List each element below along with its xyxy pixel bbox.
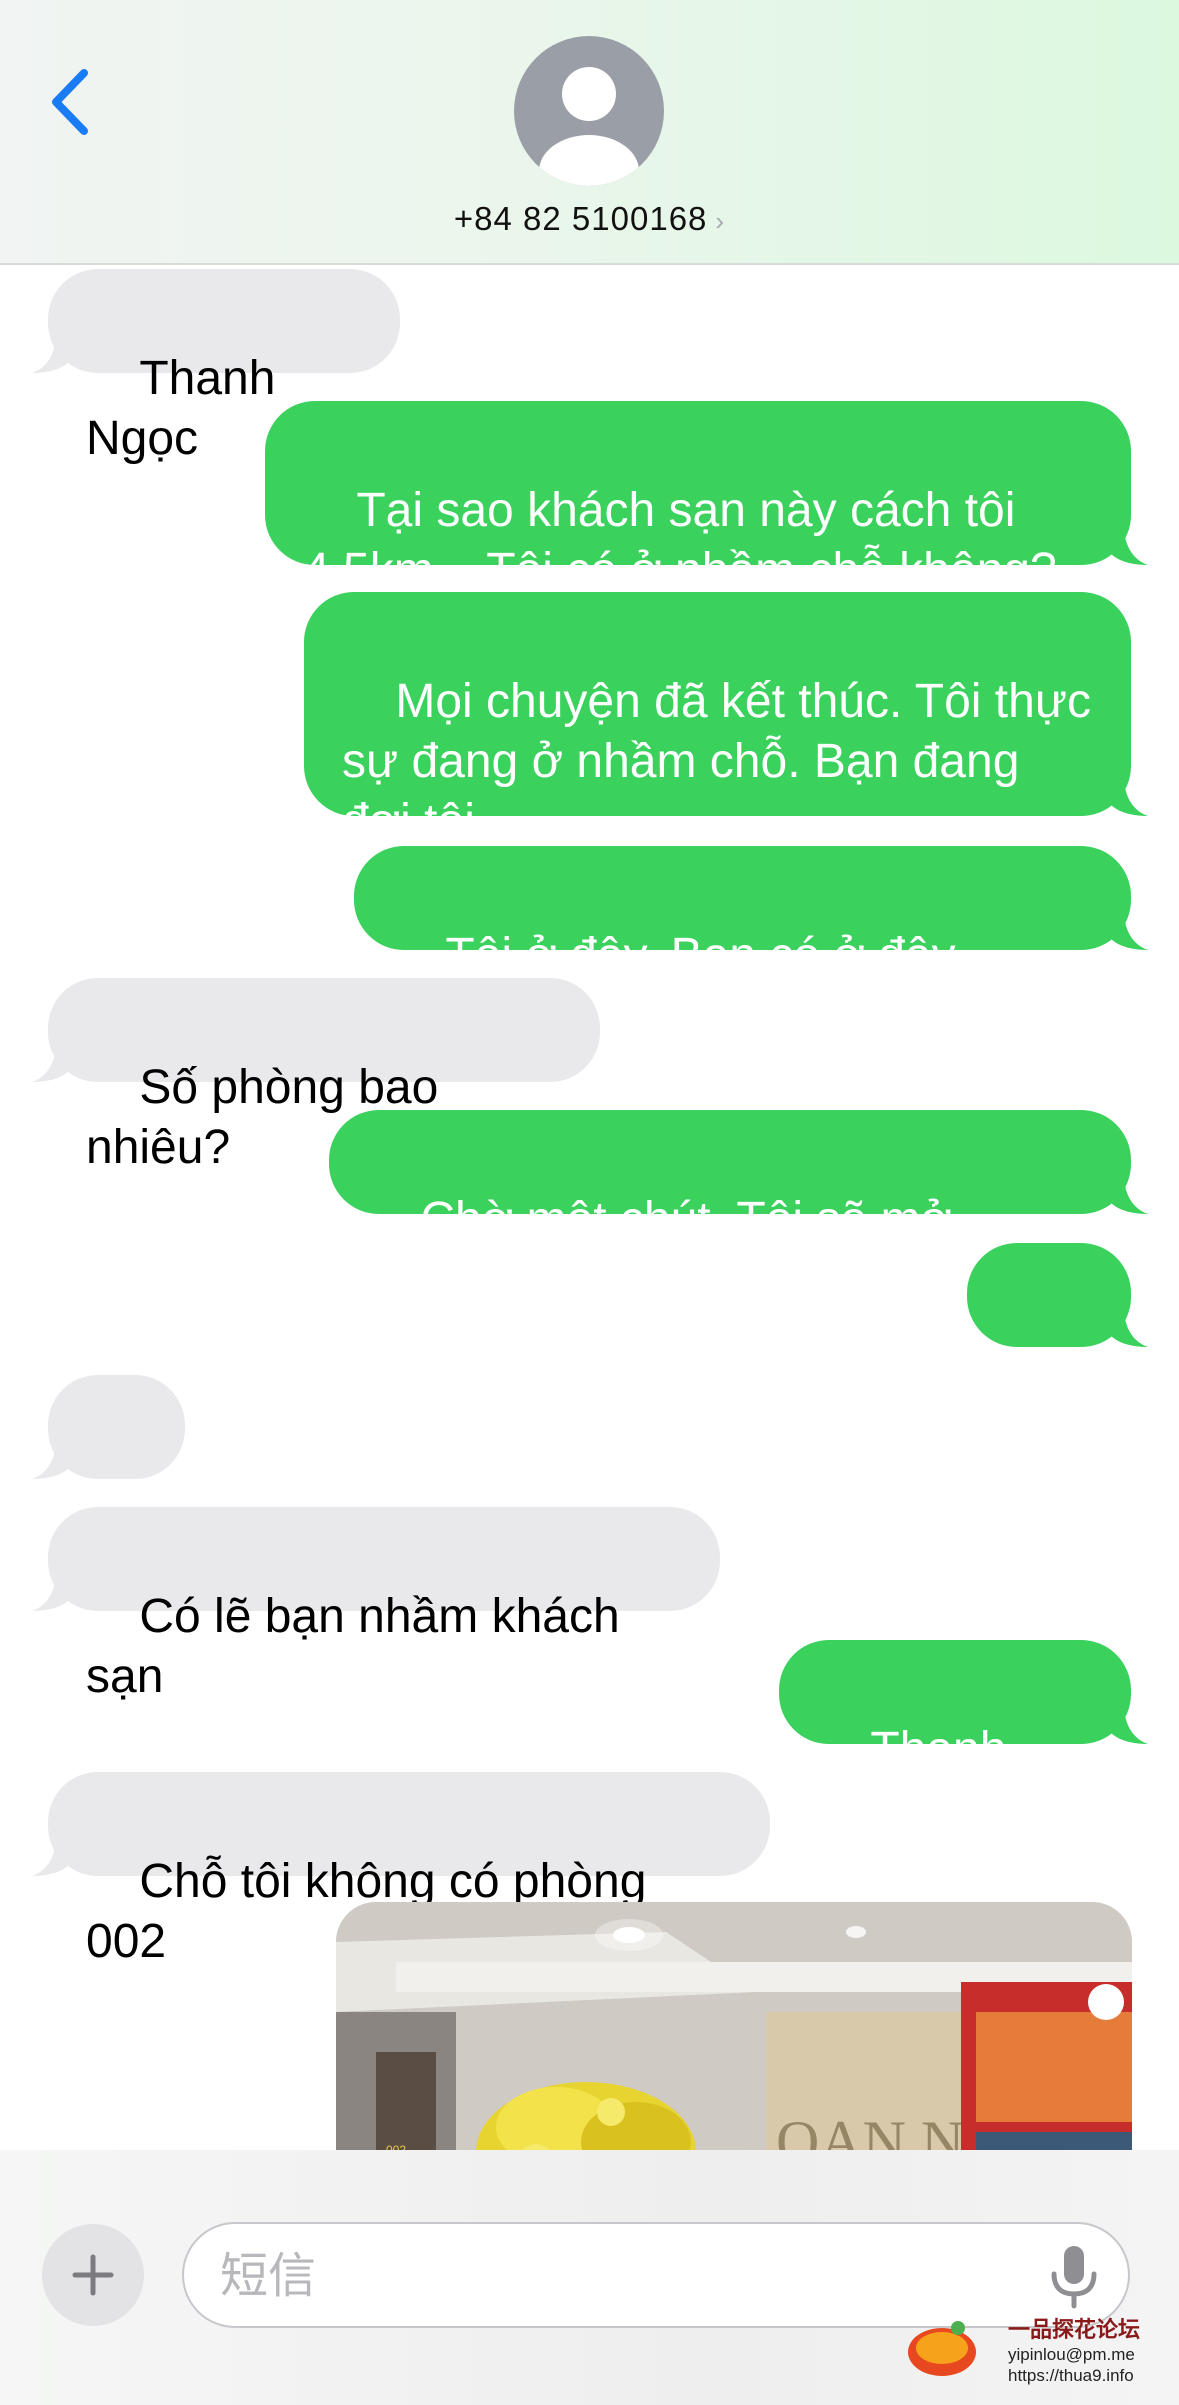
watermark-text: 一品探花论坛 yipinlou@pm.me https://thua9.info (1008, 2318, 1178, 2386)
bubble-tail (32, 1836, 72, 1876)
message-bubble-incoming[interactable]: Có lẽ bạn nhầm khách sạn (48, 1507, 720, 1703)
door-number-label: 002 (386, 2143, 406, 2150)
message-bubble-outgoing[interactable]: Tôi ở đây. Bạn có ở đây không? (354, 846, 1131, 1042)
composer-bar: 一品探花论坛 yipinlou@pm.me https://thua9.info (0, 2150, 1179, 2405)
person-icon (539, 67, 639, 186)
message-text: Mọi chuyện đã kết thúc. Tôi thực sự đang… (342, 675, 1091, 848)
message-bubble-outgoing[interactable]: 002 (967, 1243, 1131, 1439)
contact-name[interactable]: +84 82 5100168 › (0, 200, 1179, 238)
message-bubble-incoming[interactable]: Thanh Ngọc (48, 269, 400, 465)
message-text: Thanh Ngọc (817, 1723, 1020, 1836)
add-attachment-button[interactable] (42, 2224, 144, 2326)
message-text: Tại sao khách sạn này cách tôi 4,5km... … (303, 484, 1057, 597)
bubble-tail (1108, 1704, 1148, 1744)
watermark-email: yipinlou@pm.me (1008, 2345, 1135, 2364)
microphone-icon[interactable] (1044, 2244, 1104, 2310)
bubble-tail (32, 1571, 72, 1611)
message-bubble-outgoing[interactable]: Chờ một chút. Tôi sẽ mở phòng. (329, 1110, 1131, 1306)
message-input[interactable] (220, 2238, 980, 2314)
photo-message[interactable]: OAN NGO 002 (336, 1902, 1132, 2150)
message-input-container[interactable] (182, 2222, 1130, 2328)
message-bubble-incoming[interactable]: Số phòng bao nhiêu? (48, 978, 600, 1174)
message-bubble-incoming[interactable]: Chỗ tôi không có phòng 002 (48, 1772, 770, 1968)
bubble-tail (1108, 1307, 1148, 1347)
message-text: Chờ một chút. Tôi sẽ mở phòng. (367, 1193, 966, 1306)
chevron-left-icon (52, 69, 88, 135)
watermark-title: 一品探花论坛 (1008, 2318, 1141, 2343)
watermark-url: https://thua9.info (1008, 2366, 1134, 2385)
back-button[interactable] (40, 62, 100, 142)
message-list[interactable]: Thanh Ngọc Tại sao khách sạn này cách tô… (0, 267, 1179, 2150)
bubble-tail (32, 1439, 72, 1479)
message-text: Thanh Ngọc (86, 352, 289, 465)
photo-thumbnail: OAN NGO 002 (336, 1902, 1132, 2150)
message-bubble-outgoing[interactable]: Thanh Ngọc (779, 1640, 1131, 1836)
bubble-tail (1108, 525, 1148, 565)
chevron-right-icon: › (715, 206, 726, 236)
message-bubble-outgoing[interactable]: Mọi chuyện đã kết thúc. Tôi thực sự đang… (304, 592, 1131, 848)
watermark-logo (908, 2321, 976, 2376)
conversation-header: +84 82 5100168 › (0, 0, 1179, 265)
plus-icon (72, 2254, 114, 2296)
message-text: 002 (1005, 1386, 1086, 1439)
bubble-tail (1108, 776, 1148, 816)
bubble-tail (1108, 1174, 1148, 1214)
message-bubble-outgoing[interactable]: Tại sao khách sạn này cách tôi 4,5km... … (265, 401, 1131, 597)
message-text: Có lẽ bạn nhầm khách sạn (86, 1590, 633, 1703)
bubble-tail (32, 1042, 72, 1082)
bubble-tail (1108, 910, 1148, 950)
bubble-tail (32, 333, 72, 373)
contact-avatar[interactable] (514, 36, 664, 186)
contact-number: +84 82 5100168 (453, 200, 708, 237)
